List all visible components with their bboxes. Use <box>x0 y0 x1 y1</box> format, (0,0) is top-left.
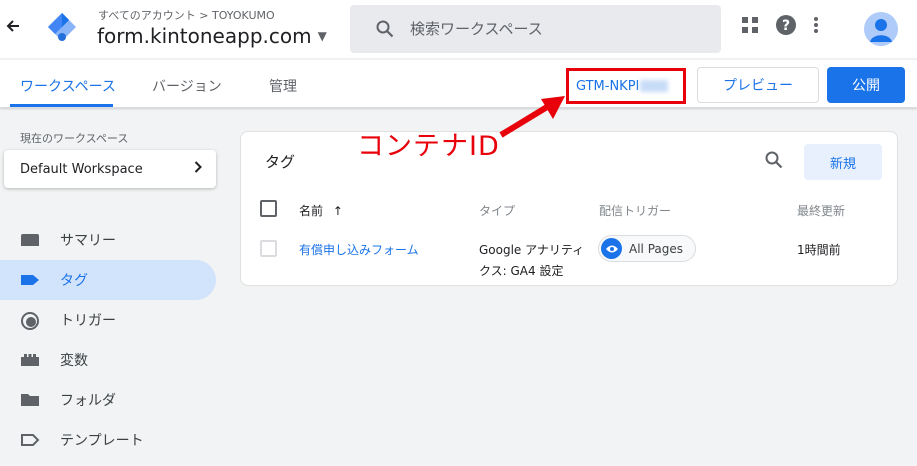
tab-admin[interactable]: 管理 <box>269 76 297 96</box>
publish-button[interactable]: 公開 <box>827 67 905 103</box>
sidebar-item-summary[interactable]: サマリー <box>0 220 216 260</box>
container-name: form.kintoneapp.com <box>97 24 312 48</box>
tag-icon <box>20 272 40 288</box>
sidebar-item-templates[interactable]: テンプレート <box>0 420 216 460</box>
trigger-chip[interactable]: All Pages <box>598 235 696 262</box>
container-id-highlight: GTM-NKPI <box>566 68 686 104</box>
search-input[interactable] <box>410 20 670 38</box>
container-selector[interactable]: form.kintoneapp.com ▼ <box>97 24 327 48</box>
apps-grid-icon[interactable] <box>741 16 759 38</box>
workspace-selector[interactable]: Default Workspace <box>4 150 216 188</box>
search-icon[interactable] <box>765 151 783 173</box>
caret-down-icon: ▼ <box>317 29 327 43</box>
sidebar-item-label: テンプレート <box>60 433 144 449</box>
workspace-name: Default Workspace <box>20 161 143 177</box>
sidebar-item-variables[interactable]: 変数 <box>0 340 216 380</box>
tag-last-updated: 1時間前 <box>797 243 841 257</box>
select-all-checkbox[interactable] <box>260 200 277 217</box>
help-icon[interactable]: ? <box>775 14 797 40</box>
preview-button[interactable]: プレビュー <box>697 67 819 103</box>
sidebar-item-folders[interactable]: フォルダ <box>0 380 216 420</box>
chevron-right-icon <box>194 161 202 177</box>
gtm-logo-icon <box>46 11 78 43</box>
workspace-search[interactable] <box>350 5 721 53</box>
back-arrow-icon[interactable] <box>6 18 20 37</box>
tag-name-link[interactable]: 有償申し込みフォーム <box>299 241 419 258</box>
sidebar-item-tags[interactable]: タグ <box>0 260 216 300</box>
active-tab-indicator <box>10 104 113 107</box>
summary-icon <box>20 232 40 248</box>
search-icon <box>376 20 394 38</box>
sidebar-item-triggers[interactable]: トリガー <box>0 300 216 340</box>
column-header-type: タイプ <box>479 204 516 218</box>
sidebar-item-label: 変数 <box>60 353 88 369</box>
column-header-trigger: 配信トリガー <box>599 204 672 218</box>
row-checkbox[interactable] <box>260 240 277 257</box>
column-header-updated: 最終更新 <box>797 204 846 218</box>
tag-type-line2: クス: GA4 設定 <box>479 264 564 278</box>
sidebar-item-label: タグ <box>60 273 88 289</box>
account-breadcrumb[interactable]: すべてのアカウント > TOYOKUMO <box>98 7 275 23</box>
variable-icon <box>20 352 40 368</box>
column-header-label: 名前 <box>299 204 324 218</box>
tab-versions[interactable]: バージョン <box>152 76 222 96</box>
account-avatar[interactable] <box>864 12 898 46</box>
container-id[interactable]: GTM-NKPI <box>576 79 639 94</box>
more-vert-icon[interactable] <box>813 16 819 38</box>
sort-arrow-icon: ↑ <box>332 204 343 218</box>
sidebar-item-label: サマリー <box>60 233 116 249</box>
trigger-chip-label: All Pages <box>629 241 683 256</box>
eye-icon <box>601 238 622 259</box>
svg-text:?: ? <box>782 18 790 34</box>
top-bar: すべてのアカウント > TOYOKUMO form.kintoneapp.com… <box>0 0 917 58</box>
new-tag-button[interactable]: 新規 <box>804 144 882 180</box>
tab-workspace[interactable]: ワークスペース <box>20 76 116 96</box>
annotation-label: コンテナID <box>357 131 500 162</box>
tags-card-title: タグ <box>265 153 296 171</box>
column-header-name[interactable]: 名前 ↑ <box>299 202 343 219</box>
template-icon <box>20 432 40 448</box>
container-id-redaction <box>640 80 669 92</box>
tags-card: タグ 新規 名前 ↑ タイプ 配信トリガー 最終更新 有償申し込みフォーム Go… <box>240 131 898 286</box>
folder-icon <box>20 392 40 408</box>
trigger-icon <box>20 312 40 330</box>
sidebar-item-label: フォルダ <box>60 393 116 409</box>
tag-type-line1: Google アナリティ <box>479 243 585 257</box>
sidebar-item-label: トリガー <box>60 313 116 329</box>
annotation-arrow-icon <box>499 96 565 138</box>
current-workspace-label: 現在のワークスペース <box>20 132 129 145</box>
